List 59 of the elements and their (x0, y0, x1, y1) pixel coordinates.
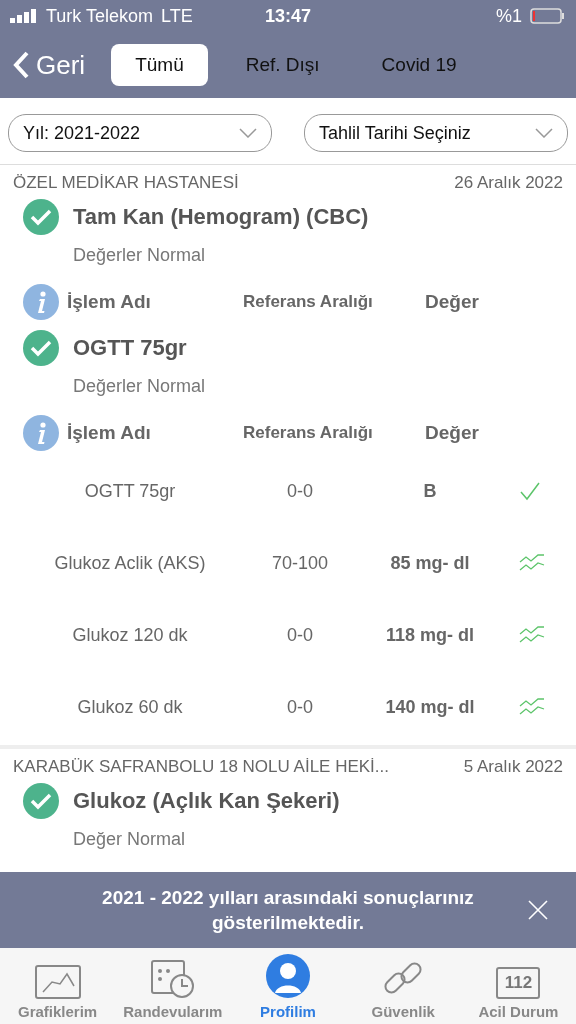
tab-bar-item[interactable]: Randevularım (115, 948, 231, 1024)
table-cell-text: 85 mg- dl (389, 552, 471, 574)
check-circle-icon (23, 330, 59, 366)
profile-icon (265, 953, 311, 999)
info-icon[interactable] (23, 415, 59, 451)
network-type: LTE (161, 5, 193, 27)
table-cell-text: 0-0 (286, 624, 314, 646)
battery-icon (530, 8, 566, 24)
dropdown-field[interactable]: Yıl: 2021-2022 (8, 114, 272, 152)
check-circle-icon (23, 783, 59, 819)
tab-bar-item[interactable]: 112 Acil Durum (460, 948, 576, 1024)
test-name[interactable]: Tam Kan (Hemogram) (CBC) (73, 204, 369, 230)
table-cell-text: 0-0 (286, 480, 314, 502)
table-cell-text: Glukoz 60 dk (76, 696, 184, 718)
institution-name: ÖZEL MEDİKAR HASTANESİ (13, 173, 239, 193)
table-cell-text: 140 mg- dl (384, 696, 476, 718)
filter-tab[interactable]: Tümü (111, 44, 208, 86)
info-icon[interactable] (23, 284, 59, 320)
tab-bar-item[interactable]: Grafiklerim (0, 948, 116, 1024)
test-status: Değerler Normal (72, 375, 207, 397)
dropdown-field[interactable]: Tahlil Tarihi Seçiniz (304, 114, 568, 152)
result-date: 26 Aralık 2022 (454, 173, 563, 193)
calendar-clock-icon (149, 957, 196, 999)
check-circle-icon (23, 199, 59, 235)
filter-tab[interactable]: Covid 19 (357, 44, 481, 86)
clock-time: 13:47 (264, 5, 311, 27)
table-cell-text: 0-0 (286, 696, 314, 718)
column-header: Referans Aralığı (243, 423, 374, 443)
result-date: 5 Aralık 2022 (463, 757, 563, 777)
emergency-number-badge: 112 (496, 967, 541, 999)
filter-tab[interactable]: Ref. Dışı (221, 44, 344, 86)
column-header: Referans Aralığı (243, 292, 374, 312)
tab-bar-item[interactable]: Profilim (230, 948, 346, 1024)
institution-name: KARABÜK SAFRANBOLU 18 NOLU AİLE HEKİ... (13, 757, 390, 777)
back-button[interactable]: Geri (12, 49, 86, 81)
line-chart-icon (34, 965, 81, 999)
column-header: İşlem Adı (67, 291, 151, 313)
signal-icon (10, 9, 38, 23)
chevron-down-icon (239, 128, 257, 138)
table-cell-text: OGTT 75gr (83, 480, 177, 502)
table-cell-text: 118 mg- dl (385, 624, 475, 646)
column-header: Değer (424, 422, 480, 444)
chevron-left-icon (12, 51, 30, 79)
test-name[interactable]: Glukoz (Açlık Kan Şekeri) (73, 788, 340, 814)
chevron-down-icon (535, 128, 553, 138)
info-banner-text: 2021 - 2022 yılları arasındaki sonuçlarınız gösterilmektedir. (101, 886, 475, 935)
test-status: Değerler Normal (72, 244, 207, 266)
column-header: İşlem Adı (67, 422, 151, 444)
battery-percent: %1 (496, 5, 522, 27)
check-icon (519, 481, 541, 501)
table-cell-text: 70-100 (270, 552, 330, 574)
table-cell-text: Glukoz Aclik (AKS) (53, 552, 207, 574)
test-status: Değer Normal (72, 828, 187, 850)
column-header: Değer (424, 291, 480, 313)
carrier-name: Turk Telekom (46, 5, 154, 27)
table-cell-text: B (422, 480, 438, 502)
test-name[interactable]: OGTT 75gr (73, 335, 187, 361)
tab-bar-item[interactable]: Güvenlik (345, 948, 461, 1024)
table-cell-text: Glukoz 120 dk (71, 624, 189, 646)
